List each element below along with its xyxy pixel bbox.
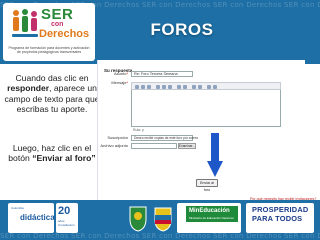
instruction-2-keyword: “Enviar al foro” bbox=[32, 153, 96, 164]
subscription-value: Deseo recibir copias de este foro por co… bbox=[134, 136, 199, 141]
coat-of-arms-icon bbox=[129, 206, 147, 232]
message-editor[interactable] bbox=[131, 90, 281, 127]
instruction-1-keyword: responder bbox=[7, 83, 50, 94]
post-to-forum-button[interactable]: Enviar al foro bbox=[196, 179, 218, 192]
underline-icon[interactable] bbox=[147, 84, 151, 89]
logo-con: con bbox=[51, 21, 64, 28]
national-shield-icon bbox=[154, 207, 172, 232]
forum-reply-screenshot: Su respuesta Asunto* Re: Foro Tercera Se… bbox=[97, 60, 305, 200]
browse-button[interactable]: Examinar... bbox=[178, 143, 196, 149]
prosperidad-text: PROSPERIDAD PARA TODOS bbox=[252, 205, 308, 223]
watermark-bottom: SER con Derechos SER con Derechos SER co… bbox=[0, 232, 320, 240]
mineducacion-subtext: Ministerio de Educación Nacional bbox=[189, 216, 234, 220]
indent-icon[interactable] bbox=[183, 84, 187, 89]
didactica-pre-text: Colombia bbox=[11, 206, 24, 210]
instruction-paragraph-1: Cuando das clic en responder, aparece un… bbox=[2, 73, 102, 115]
arrow-down-icon bbox=[207, 133, 223, 177]
mineducacion-text: MinEducación bbox=[189, 208, 230, 214]
subject-value: Re: Foro Tercera Semana bbox=[134, 72, 178, 76]
subject-input[interactable]: Re: Foro Tercera Semana bbox=[131, 71, 193, 77]
subject-label: Asunto* bbox=[113, 71, 128, 76]
align-left-icon[interactable] bbox=[156, 84, 160, 89]
subscription-select[interactable]: Deseo recibir copias de este foro por co… bbox=[131, 135, 198, 141]
italic-icon[interactable] bbox=[141, 84, 145, 89]
editor-toolbar bbox=[131, 82, 281, 90]
message-label: Mensaje* bbox=[111, 80, 128, 85]
table-icon[interactable] bbox=[207, 84, 211, 89]
logo-derechos: Derechos bbox=[39, 28, 90, 40]
children-figures-icon bbox=[12, 9, 38, 37]
prosperidad-line-2: PARA TODOS bbox=[252, 213, 303, 223]
align-center-icon[interactable] bbox=[162, 84, 166, 89]
link-icon[interactable] bbox=[192, 84, 196, 89]
smiley-icon[interactable] bbox=[213, 84, 217, 89]
page-title: FOROS bbox=[150, 20, 214, 39]
image-icon[interactable] bbox=[198, 84, 202, 89]
instruction-1a: Cuando das clic en bbox=[15, 73, 89, 83]
slide: SER con Derechos SER con Derechos SER co… bbox=[0, 0, 320, 240]
subscription-label: Suscripción bbox=[107, 135, 128, 140]
bold-icon[interactable] bbox=[135, 84, 139, 89]
ser-con-derechos-logo: SER con Derechos Programa de formación p… bbox=[3, 3, 95, 61]
attachment-input[interactable] bbox=[131, 143, 177, 149]
instruction-paragraph-2: Luego, haz clic en el botón “Enviar al f… bbox=[2, 143, 102, 164]
20-years-number: 20 bbox=[58, 205, 71, 217]
editor-path-label: Ruta: p bbox=[133, 128, 144, 132]
attachment-label: Archivo adjunto bbox=[100, 143, 128, 148]
20-years-caption: años Constitución bbox=[58, 219, 75, 227]
list-icon[interactable] bbox=[177, 84, 181, 89]
didactica-text: didáctica bbox=[20, 213, 55, 222]
align-right-icon[interactable] bbox=[168, 84, 172, 89]
logo-caption: Programa de formación para docentes y ac… bbox=[8, 46, 90, 55]
